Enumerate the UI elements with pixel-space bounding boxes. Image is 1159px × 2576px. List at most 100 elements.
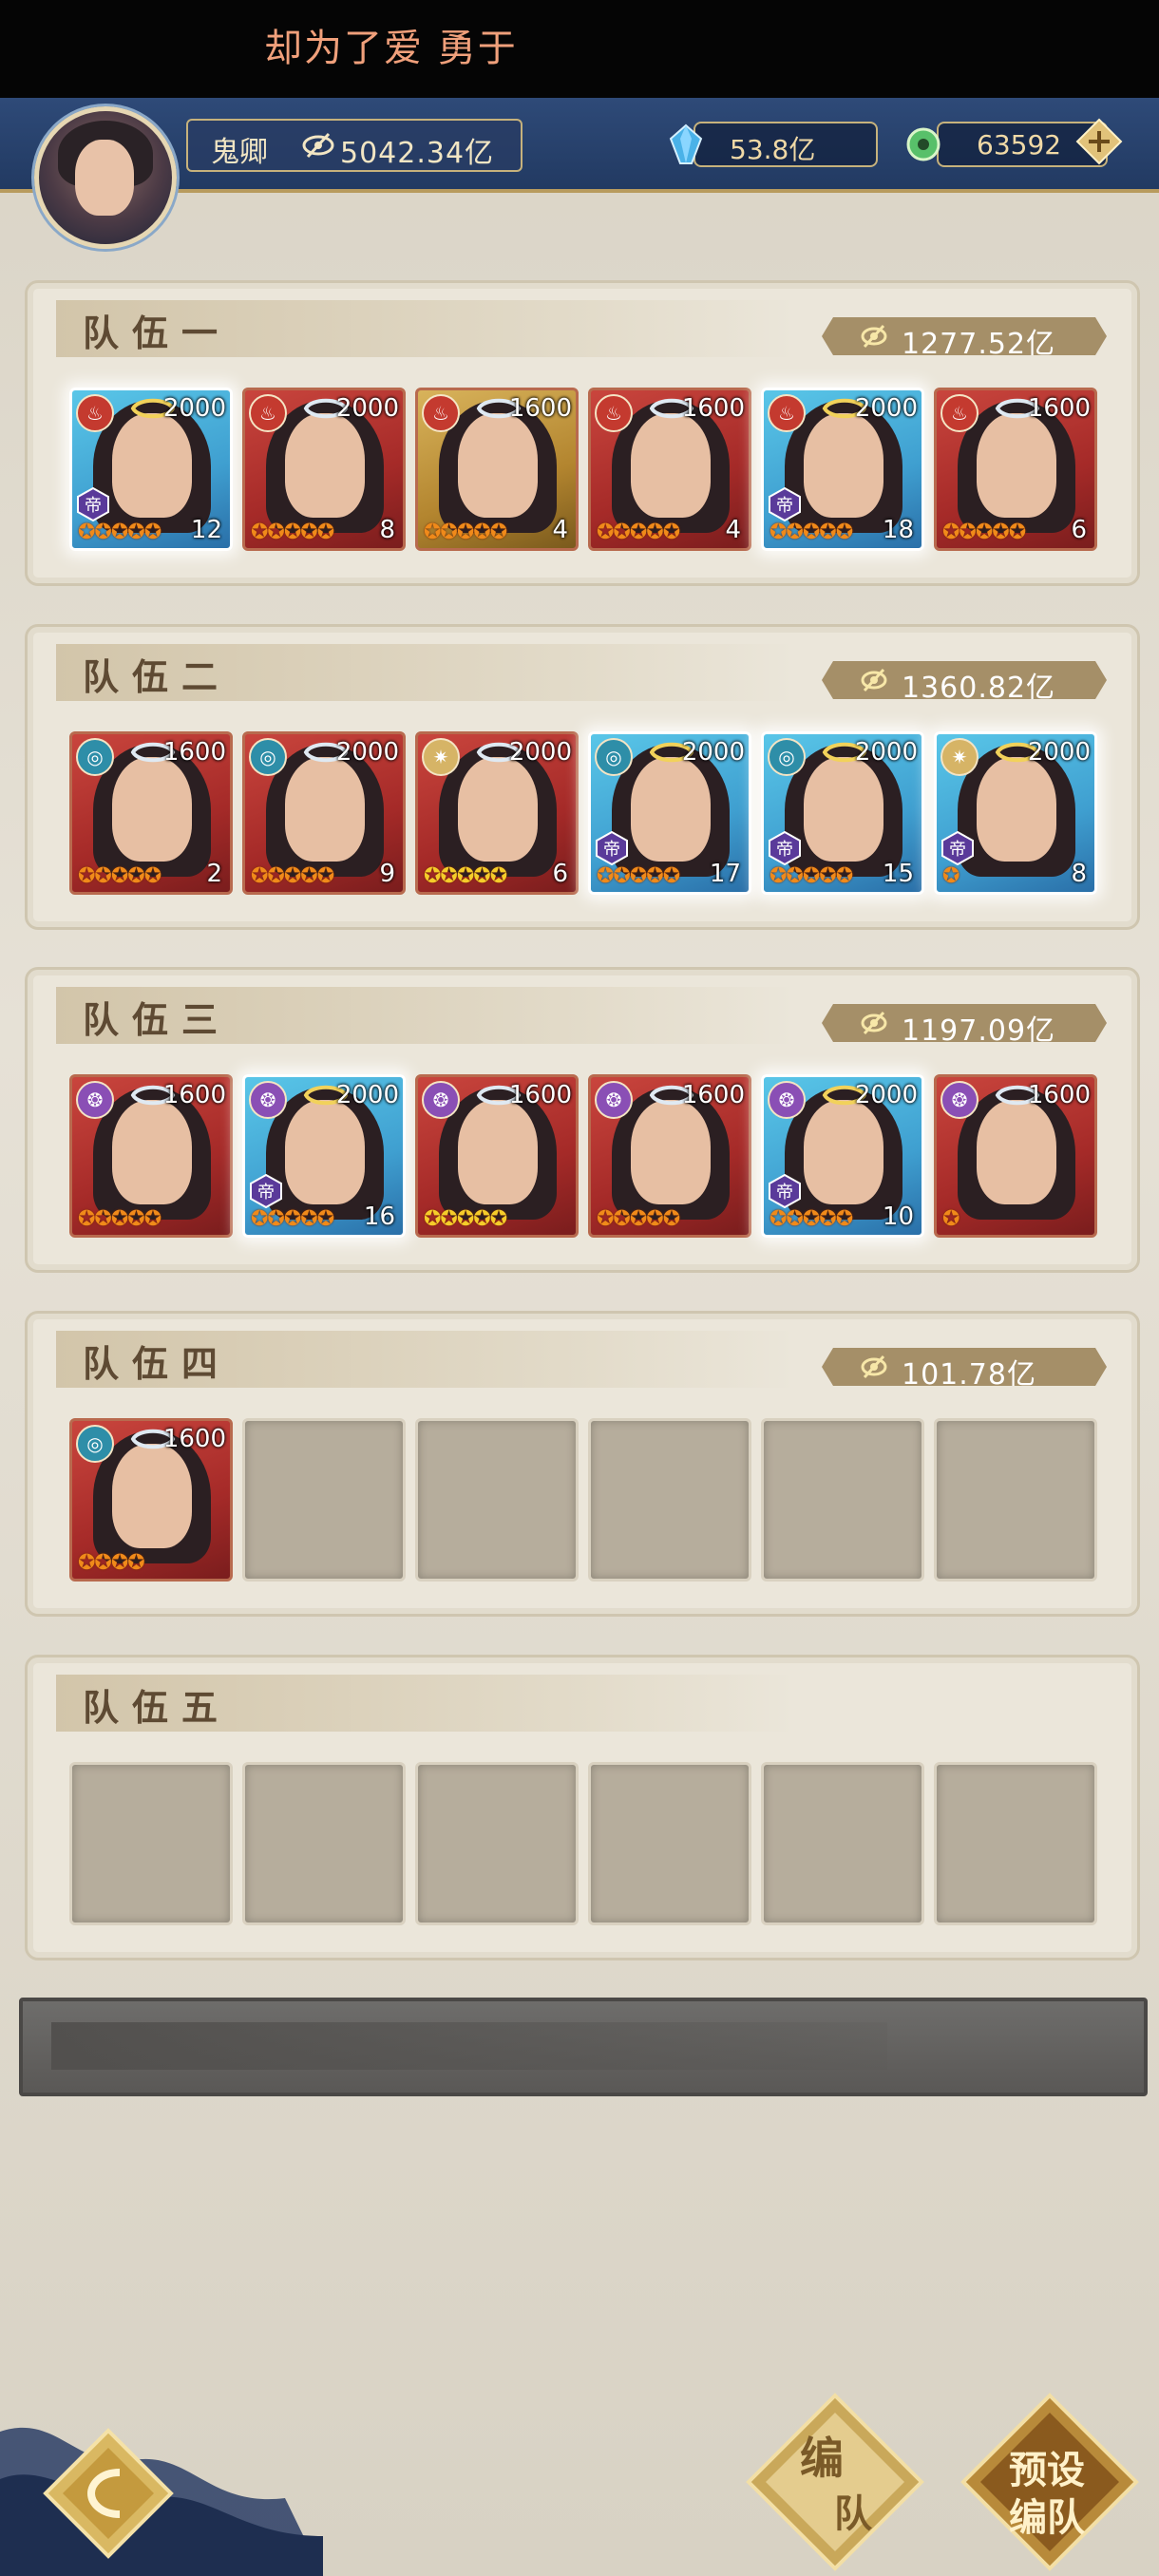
hero-star-rating: ✪✪✪✪✪ — [424, 521, 507, 544]
empty-hero-slot[interactable] — [588, 1762, 751, 1925]
hero-level: 1600 — [162, 738, 226, 767]
player-power: 5042.34亿 — [340, 137, 495, 170]
empty-hero-slot[interactable] — [242, 1762, 406, 1925]
empty-hero-slot[interactable] — [761, 1418, 924, 1582]
sun-faction-icon: ✷ — [422, 738, 460, 776]
edit-team-button[interactable]: 编 队 — [745, 2392, 925, 2572]
back-button[interactable] — [42, 2427, 175, 2560]
fire-faction-icon: ♨ — [249, 394, 287, 432]
hero-card[interactable]: ◎ 2000 帝 ✪✪✪✪✪ 17 — [588, 731, 751, 895]
hero-count: 17 — [709, 860, 741, 888]
purple-faction-icon: ❂ — [595, 1081, 633, 1119]
hero-star-rating: ✪ — [942, 1207, 960, 1231]
team-power-value: 1197.09亿 — [902, 1014, 1056, 1048]
hero-level: 1600 — [508, 1081, 572, 1109]
purple-faction-icon: ❂ — [768, 1081, 806, 1119]
hero-level: 1600 — [162, 1425, 226, 1453]
empty-hero-slot[interactable] — [761, 1762, 924, 1925]
hero-card[interactable]: ❂ 1600 ✪✪✪✪✪ — [415, 1074, 579, 1238]
hero-card[interactable]: ◎ 2000 帝 ✪✪✪✪✪ 15 — [761, 731, 924, 895]
team-title: 队伍五 — [83, 1686, 232, 1729]
hero-count: 8 — [379, 516, 395, 544]
sun-faction-icon: ✷ — [940, 738, 978, 776]
empty-hero-slot[interactable] — [934, 1762, 1097, 1925]
hero-count: 8 — [1071, 860, 1087, 888]
hero-level: 2000 — [335, 394, 399, 423]
hero-card[interactable]: ✷ 2000 ✪✪✪✪✪ 6 — [415, 731, 579, 895]
hero-card[interactable]: ❂ 2000 帝 ✪✪✪✪✪ 16 — [242, 1074, 406, 1238]
purple-faction-icon: ❂ — [422, 1081, 460, 1119]
purple-faction-icon: ❂ — [940, 1081, 978, 1119]
hero-card[interactable]: ❂ 2000 帝 ✪✪✪✪✪ 10 — [761, 1074, 924, 1238]
hero-count: 4 — [552, 516, 568, 544]
player-avatar[interactable] — [34, 106, 177, 249]
hero-portrait — [804, 1100, 884, 1204]
team-title: 队伍一 — [83, 312, 232, 354]
preset-team-button[interactable]: 预设 编队 — [960, 2392, 1140, 2572]
hero-card[interactable]: ❂ 1600 ✪ — [934, 1074, 1097, 1238]
cyan-faction-icon: ◎ — [595, 738, 633, 776]
team-panel: 队伍四 101.78亿 ◎ 1600 ✪✪✪✪ — [25, 1311, 1140, 1617]
hero-count: 18 — [882, 516, 914, 544]
empty-hero-slot[interactable] — [242, 1418, 406, 1582]
hero-card[interactable]: ✷ 2000 帝 ✪ 8 — [934, 731, 1097, 895]
hero-count: 12 — [190, 516, 222, 544]
hero-card[interactable]: ♨ 1600 ✪✪✪✪✪ 6 — [934, 388, 1097, 551]
empty-hero-slot[interactable] — [934, 1418, 1097, 1582]
hero-portrait — [285, 1100, 365, 1204]
power-eye-icon — [861, 668, 887, 692]
hero-card[interactable]: ◎ 1600 ✪✪✪✪✪ 2 — [69, 731, 233, 895]
empty-hero-slot[interactable] — [415, 1762, 579, 1925]
hero-card[interactable]: ◎ 1600 ✪✪✪✪ — [69, 1418, 233, 1582]
add-resource-button[interactable] — [1075, 118, 1123, 165]
crystal-resource[interactable]: 53.8亿 — [669, 122, 878, 167]
team-title: 队伍三 — [83, 998, 232, 1041]
hero-card[interactable]: ♨ 2000 ✪✪✪✪✪ 8 — [242, 388, 406, 551]
cyan-faction-icon: ◎ — [76, 1425, 114, 1463]
hero-star-rating: ✪✪✪✪✪ — [78, 521, 162, 544]
hero-card[interactable]: ♨ 2000 帝 ✪✪✪✪✪ 12 — [69, 388, 233, 551]
team-panel: 队伍三 1197.09亿 ❂ 1600 ✪✪✪✪✪ ❂ 2000 帝 ✪✪✪✪✪ 16 ❂ 1600 ✪… — [25, 967, 1140, 1273]
svg-text:帝: 帝 — [949, 840, 966, 860]
hero-star-rating: ✪✪✪✪✪ — [942, 521, 1026, 544]
hero-portrait — [631, 1100, 711, 1204]
team-power-value: 101.78亿 — [902, 1358, 1036, 1392]
hero-level: 1600 — [1027, 1081, 1091, 1109]
hero-count: 6 — [1071, 516, 1087, 544]
team-panel: 队伍二 1360.82亿 ◎ 1600 ✪✪✪✪✪ 2 ◎ 2000 ✪✪✪✪✪ 9 ✷ 2000 ✪✪… — [25, 624, 1140, 930]
emperor-badge-icon: 帝 — [941, 831, 974, 865]
empty-hero-slot[interactable] — [588, 1418, 751, 1582]
team-power-tag: 1360.82亿 — [822, 661, 1107, 699]
hero-level: 2000 — [508, 738, 572, 767]
hero-level: 2000 — [1027, 738, 1091, 767]
hero-count: 4 — [725, 516, 741, 544]
scrolling-message: 却为了爱 勇于 — [264, 27, 518, 70]
team-power-value: 1360.82亿 — [902, 672, 1056, 705]
hero-portrait — [458, 757, 538, 862]
hero-card[interactable]: ♨ 1600 ✪✪✪✪✪ 4 — [588, 388, 751, 551]
svg-text:帝: 帝 — [85, 496, 102, 516]
hero-card[interactable]: ❂ 1600 ✪✪✪✪✪ — [588, 1074, 751, 1238]
purple-faction-icon: ❂ — [76, 1081, 114, 1119]
hero-star-rating: ✪✪✪✪✪ — [424, 1207, 507, 1231]
cyan-faction-icon: ◎ — [768, 738, 806, 776]
hero-portrait — [804, 757, 884, 862]
player-info-box: 鬼卿 5042.34亿 — [186, 119, 522, 172]
hero-count: 15 — [882, 860, 914, 888]
empty-hero-slot[interactable] — [69, 1762, 233, 1925]
svg-text:帝: 帝 — [603, 840, 620, 860]
hero-count: 2 — [206, 860, 222, 888]
hero-level: 2000 — [854, 738, 918, 767]
hero-card[interactable]: ❂ 1600 ✪✪✪✪✪ — [69, 1074, 233, 1238]
hero-portrait — [631, 413, 711, 518]
jade-amount: 63592 — [977, 129, 1062, 161]
hero-card[interactable]: ♨ 1600 ✪✪✪✪✪ 4 — [415, 388, 579, 551]
hero-portrait — [804, 413, 884, 518]
hero-star-rating: ✪✪✪✪✪ — [251, 1207, 334, 1231]
hero-count: 10 — [882, 1203, 914, 1231]
power-eye-icon — [302, 132, 334, 159]
empty-hero-slot[interactable] — [415, 1418, 579, 1582]
hero-card[interactable]: ◎ 2000 ✪✪✪✪✪ 9 — [242, 731, 406, 895]
hero-card[interactable]: ♨ 2000 帝 ✪✪✪✪✪ 18 — [761, 388, 924, 551]
svg-text:帝: 帝 — [776, 840, 793, 860]
